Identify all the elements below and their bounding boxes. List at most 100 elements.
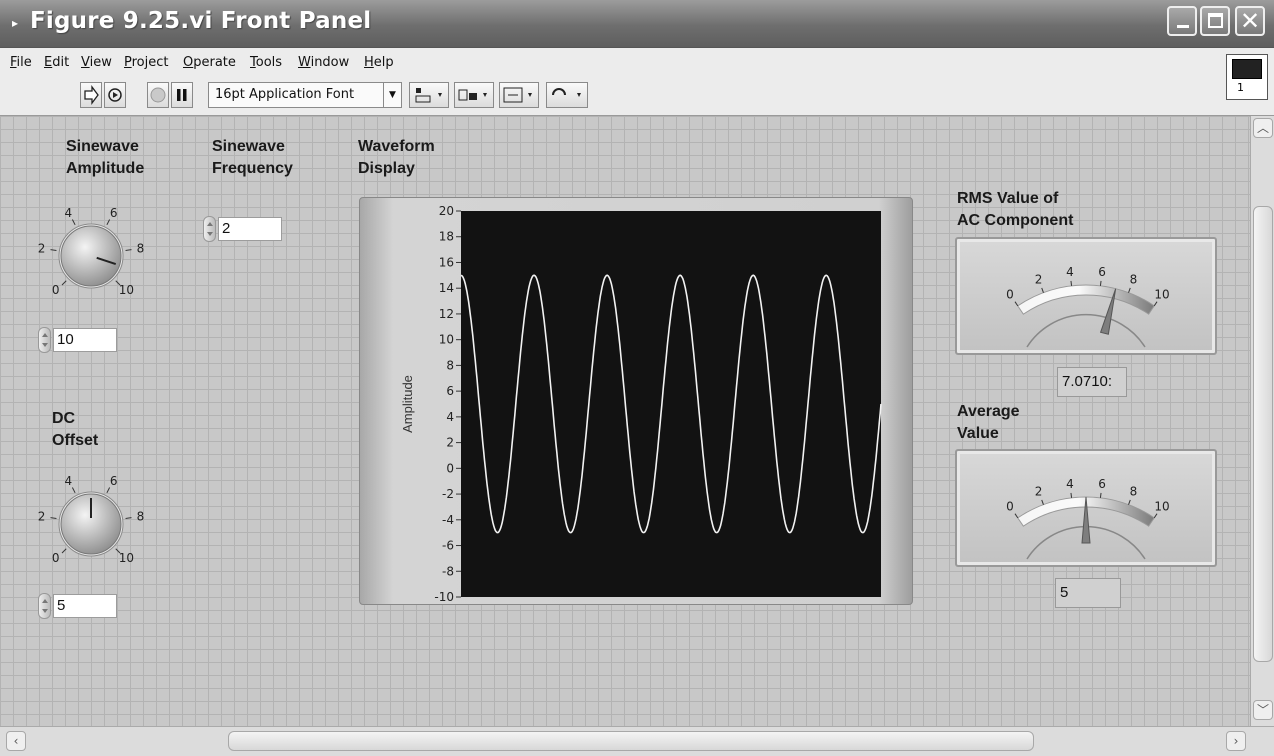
reorder-icon xyxy=(552,88,581,97)
menu-bar: File Edit View Project Operate Tools Win… xyxy=(0,48,1274,78)
resize-objects-button[interactable] xyxy=(499,82,539,108)
amplitude-increment[interactable] xyxy=(38,327,51,353)
pause-icon xyxy=(177,89,187,101)
frequency-increment[interactable] xyxy=(203,216,216,242)
maximize-icon xyxy=(1208,13,1223,28)
reorder-button[interactable] xyxy=(546,82,588,108)
waveform-graph[interactable]: 20 18 16 14 12 10 8 6 4 2 0 -2 -4 -6 -8 -10 Amplitude xyxy=(359,197,913,605)
y-tick-label: -6 xyxy=(442,539,454,553)
amplitude-scale-label: 0 xyxy=(52,283,60,297)
average-value: 5 xyxy=(1055,578,1121,608)
menu-help[interactable]: Help xyxy=(364,55,394,70)
vertical-scrollbar[interactable]: ︿ ﹀ xyxy=(1250,116,1274,726)
rms-scale-label: 6 xyxy=(1098,265,1106,279)
amplitude-tick xyxy=(50,249,57,252)
maximize-button[interactable] xyxy=(1200,6,1230,36)
dc-offset-tick xyxy=(106,487,111,494)
rms-value: 7.0710: xyxy=(1057,367,1127,397)
amplitude-tick xyxy=(125,249,132,252)
frequency-label-line2: Frequency xyxy=(212,160,293,177)
rms-label: RMS Value of AC Component xyxy=(957,188,1073,232)
y-tick-label: -8 xyxy=(442,564,454,578)
frequency-value[interactable]: 2 xyxy=(218,217,282,241)
dc-offset-label: DC Offset xyxy=(52,408,98,452)
horizontal-scroll-thumb[interactable] xyxy=(228,731,1034,751)
rms-tick xyxy=(1099,280,1102,286)
amplitude-scale-label: 4 xyxy=(64,206,72,220)
scroll-left-icon[interactable]: ‹ xyxy=(6,731,26,751)
dc-offset-tick xyxy=(61,548,67,554)
menu-tools[interactable]: Tools xyxy=(250,55,282,70)
run-continuously-button[interactable] xyxy=(104,82,126,108)
y-tick-label: 20 xyxy=(439,204,454,218)
rms-meter-dial: 0 2 4 6 8 10 xyxy=(1006,265,1170,348)
menu-window[interactable]: Window xyxy=(298,55,349,70)
amplitude-label-line1: Sinewave xyxy=(66,138,139,155)
amplitude-scale-label: 2 xyxy=(38,241,46,255)
dc-offset-knob[interactable]: 0 2 4 6 8 10 xyxy=(26,466,156,578)
amplitude-scale-label: 10 xyxy=(119,283,134,297)
y-tick-label: -2 xyxy=(442,487,454,501)
frequency-label: Sinewave Frequency xyxy=(212,136,293,180)
dc-offset-label-line2: Offset xyxy=(52,432,99,449)
average-scale-label: 6 xyxy=(1098,477,1106,491)
pause-button[interactable] xyxy=(171,82,193,108)
amplitude-label: Sinewave Amplitude xyxy=(66,136,144,180)
scroll-right-icon[interactable]: › xyxy=(1226,731,1246,751)
scroll-down-icon[interactable]: ﹀ xyxy=(1253,700,1273,720)
average-meter: 0 2 4 6 8 10 xyxy=(955,449,1217,567)
minimize-icon xyxy=(1177,25,1189,28)
menu-file[interactable]: File xyxy=(10,55,32,70)
align-objects-icon xyxy=(415,88,442,103)
waveform-plot: 20181614121086420-2-4-6-8-10Amplitude xyxy=(400,204,882,604)
menu-operate[interactable]: Operate xyxy=(183,55,236,70)
menu-edit[interactable]: Edit xyxy=(44,55,69,70)
dc-offset-value[interactable]: 5 xyxy=(53,594,117,618)
window-title: Figure 9.25.vi Front Panel xyxy=(30,8,372,34)
scroll-up-icon[interactable]: ︿ xyxy=(1253,118,1273,138)
abort-icon xyxy=(150,87,166,103)
run-button[interactable] xyxy=(80,82,102,108)
dc-offset-scale-label: 10 xyxy=(119,551,134,565)
dc-offset-tick xyxy=(125,517,132,520)
waveform-label-line2: Display xyxy=(358,160,415,177)
rms-scale-label: 10 xyxy=(1154,287,1169,301)
dc-offset-scale-label: 6 xyxy=(110,474,118,488)
toolbar: 16pt Application Font ▼ ? xyxy=(0,78,1274,188)
menu-view[interactable]: View xyxy=(81,55,112,70)
average-meter-dial: 0 2 4 6 8 10 xyxy=(1006,477,1170,560)
run-arrow-icon xyxy=(84,85,99,105)
rms-scale-label: 8 xyxy=(1130,273,1138,287)
vertical-scroll-thumb[interactable] xyxy=(1253,206,1273,662)
average-tick xyxy=(1099,492,1102,498)
vi-connector-icon[interactable]: 1 xyxy=(1226,54,1268,100)
amplitude-knob[interactable]: 0 2 4 6 8 10 xyxy=(26,198,156,310)
y-tick-label: 10 xyxy=(439,333,454,347)
distribute-objects-button[interactable] xyxy=(454,82,494,108)
menu-project[interactable]: Project xyxy=(124,55,169,70)
minimize-button[interactable] xyxy=(1167,6,1197,36)
dc-offset-label-line1: DC xyxy=(52,410,76,427)
rms-tick xyxy=(1070,280,1073,286)
font-select-value: 16pt Application Font xyxy=(215,87,355,102)
font-select[interactable]: 16pt Application Font ▼ xyxy=(208,82,402,108)
y-tick-label: 14 xyxy=(439,281,454,295)
vi-icon-number: 1 xyxy=(1237,81,1244,94)
dc-offset-tick xyxy=(71,487,76,494)
amplitude-scale-label: 6 xyxy=(110,206,118,220)
dc-offset-increment[interactable] xyxy=(38,593,51,619)
dc-offset-scale-label: 4 xyxy=(64,474,72,488)
window-menu-icon[interactable]: ▸ xyxy=(12,14,28,32)
amplitude-value[interactable]: 10 xyxy=(53,328,117,352)
y-tick-label: -10 xyxy=(434,590,454,604)
rms-tick xyxy=(1128,287,1131,293)
close-button[interactable]: ✕ xyxy=(1235,6,1265,36)
rms-scale-label: 0 xyxy=(1006,287,1014,301)
align-objects-button[interactable] xyxy=(409,82,449,108)
average-scale-label: 8 xyxy=(1130,485,1138,499)
amplitude-label-line2: Amplitude xyxy=(66,160,145,177)
abort-button[interactable] xyxy=(147,82,169,108)
rms-tick xyxy=(1041,287,1044,293)
horizontal-scrollbar[interactable]: ‹ › xyxy=(0,726,1274,756)
average-tick xyxy=(1153,513,1158,519)
